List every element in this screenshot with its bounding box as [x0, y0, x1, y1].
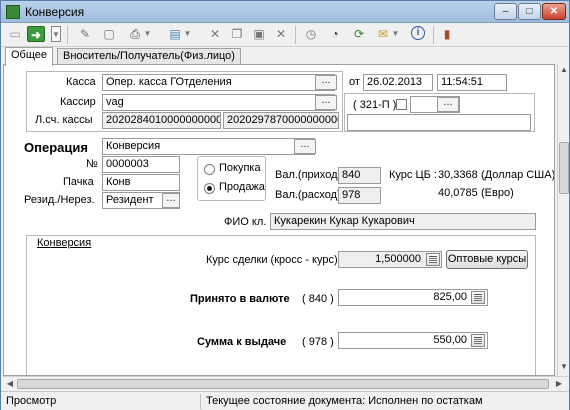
refresh-icon[interactable]: ⟳ [351, 26, 367, 42]
info-icon[interactable]: i [411, 26, 425, 40]
scroll-right-icon[interactable]: ▶ [553, 378, 565, 390]
buy-label: Покупка [219, 162, 261, 174]
clock-icon[interactable]: ◷ [303, 26, 319, 42]
operation-lookup-button[interactable]: ... [294, 139, 316, 154]
conversion-section-title: Конверсия [37, 237, 92, 249]
cashier-field[interactable]: vag [102, 94, 335, 111]
received-amount-field[interactable]: 825,00 [338, 289, 488, 306]
currency-in-label: Вал.(приход) [275, 169, 342, 181]
horizontal-scrollbar[interactable]: ◀ ▶ [3, 376, 569, 390]
exit-icon[interactable]: ▮ [439, 26, 455, 42]
sell-radio[interactable] [204, 183, 215, 194]
number-field[interactable]: 0000003 [102, 156, 180, 173]
payout-calc-icon[interactable] [471, 334, 485, 347]
toolbar: ▭ ➜ ▼ ✎ ▢ ⎙ ▼ ▤ ▼ ✕ ❐ ▣ ✕ ◷ ◔ ⟳ ✉ ▼ i ▮ [1, 23, 569, 47]
pack-field[interactable]: Конв [102, 174, 180, 191]
time-field[interactable]: 11:54:51 [437, 74, 507, 91]
fio-field[interactable]: Кукарекин Кукар Кукарович [270, 213, 536, 230]
pack-label: Пачка [63, 176, 94, 188]
deal-rate-label: Курс сделки (кросс - курс) [206, 254, 338, 266]
received-calc-icon[interactable] [471, 291, 485, 304]
close-button[interactable]: ✕ [542, 3, 566, 20]
kassa-field[interactable]: Опер. касса ГОтделения [102, 74, 335, 91]
copy-icon[interactable]: ❐ [229, 26, 245, 42]
vertical-scrollbar[interactable]: ▲ ▼ [557, 64, 569, 376]
payout-amount-field[interactable]: 550,00 [338, 332, 488, 349]
wholesale-rates-button[interactable]: Оптовые курсы [446, 250, 528, 269]
document-icon[interactable]: ▤ [167, 26, 183, 42]
tab-depositor[interactable]: Вноситель/Получатель(Физ.лицо) [57, 48, 241, 65]
minimize-button[interactable]: – [494, 3, 517, 20]
resident-label: Резид./Нерез. [24, 194, 95, 206]
payout-currency-code: ( 978 ) [302, 336, 334, 348]
edit-icon[interactable]: ✎ [77, 26, 93, 42]
resident-lookup-button[interactable]: ... [162, 193, 180, 208]
print-dropdown-icon[interactable]: ▼ [143, 26, 152, 42]
sell-label: Продажа [219, 181, 265, 193]
received-label: Принято в валюте [190, 293, 290, 305]
currency-in-field[interactable]: 840 [338, 167, 381, 184]
received-currency-code: ( 840 ) [302, 293, 334, 305]
operation-title: Операция [24, 140, 88, 155]
cashier-label: Кассир [60, 96, 96, 108]
form-code-label: ( 321-П ) [353, 99, 397, 111]
scroll-down-icon[interactable]: ▼ [559, 362, 569, 372]
main-window: Конверсия – □ ✕ ▭ ➜ ▼ ✎ ▢ ⎙ ▼ ▤ ▼ ✕ ❐ ▣ … [0, 0, 570, 410]
currency-out-label: Вал.(расход) [275, 189, 341, 201]
delete-icon[interactable]: ✕ [207, 26, 223, 42]
new-icon[interactable]: ▢ [101, 26, 117, 42]
horizontal-scroll-thumb[interactable] [17, 379, 549, 389]
cb-rate-label: Курс ЦБ : [389, 169, 437, 181]
mail-icon[interactable]: ✉ [375, 26, 391, 42]
cb-rate-2-value: 40,0785 [438, 187, 478, 199]
paste-icon[interactable]: ▣ [251, 26, 267, 42]
account-label: Л.сч. кассы [35, 114, 93, 126]
operation-field[interactable]: Конверсия [102, 138, 315, 155]
status-mode: Просмотр [3, 394, 201, 409]
app-icon [6, 5, 20, 19]
vertical-scroll-thumb[interactable] [559, 142, 569, 194]
form-note-field[interactable] [347, 114, 531, 131]
cashier-lookup-button[interactable]: ... [315, 95, 337, 110]
status-document-state: Текущее состояние документа: Исполнен по… [206, 395, 483, 407]
form-lookup-button[interactable]: ... [437, 97, 459, 112]
content-panel: Касса Опер. касса ГОтделения ... Кассир … [3, 64, 555, 376]
status-bar: Просмотр Текущее состояние документа: Ис… [1, 391, 569, 410]
cb-rate-1-currency: (Доллар США) [481, 169, 555, 181]
cancel-icon[interactable]: ✕ [273, 26, 289, 42]
date-label: от [349, 76, 360, 88]
scroll-left-icon[interactable]: ◀ [4, 378, 16, 390]
kassa-lookup-button[interactable]: ... [315, 75, 337, 90]
scroll-up-icon[interactable]: ▲ [559, 65, 569, 75]
kassa-label: Касса [66, 76, 96, 88]
payout-label: Сумма к выдаче [197, 336, 287, 348]
save-icon[interactable]: ▭ [7, 26, 23, 42]
execute-icon[interactable]: ➜ [27, 26, 45, 42]
tab-bar: Общее Вноситель/Получатель(Физ.лицо) [1, 47, 569, 66]
execute-dropdown-icon[interactable]: ▼ [51, 26, 61, 42]
deal-rate-calc-icon[interactable] [426, 253, 440, 266]
window-title: Конверсия [25, 5, 85, 19]
mail-dropdown-icon[interactable]: ▼ [391, 26, 400, 42]
tab-general[interactable]: Общее [5, 47, 54, 66]
title-bar: Конверсия – □ ✕ [1, 1, 569, 23]
buy-radio[interactable] [204, 164, 215, 175]
document-dropdown-icon[interactable]: ▼ [183, 26, 192, 42]
cb-rate-1-value: 30,3368 [438, 169, 478, 181]
number-label: № [86, 158, 98, 170]
account-field-2[interactable]: 20202978700000000001 [223, 112, 339, 129]
history-icon[interactable]: ◔ [327, 26, 343, 42]
date-field[interactable]: 26.02.2013 [363, 74, 433, 91]
form-checkbox[interactable] [396, 99, 407, 110]
cb-rate-2-currency: (Евро) [481, 187, 514, 199]
fio-label: ФИО кл. [224, 216, 267, 228]
maximize-button[interactable]: □ [518, 3, 541, 20]
account-field-1[interactable]: 20202840100000000001 [102, 112, 221, 129]
currency-out-field[interactable]: 978 [338, 187, 381, 204]
print-icon[interactable]: ⎙ [127, 26, 143, 42]
